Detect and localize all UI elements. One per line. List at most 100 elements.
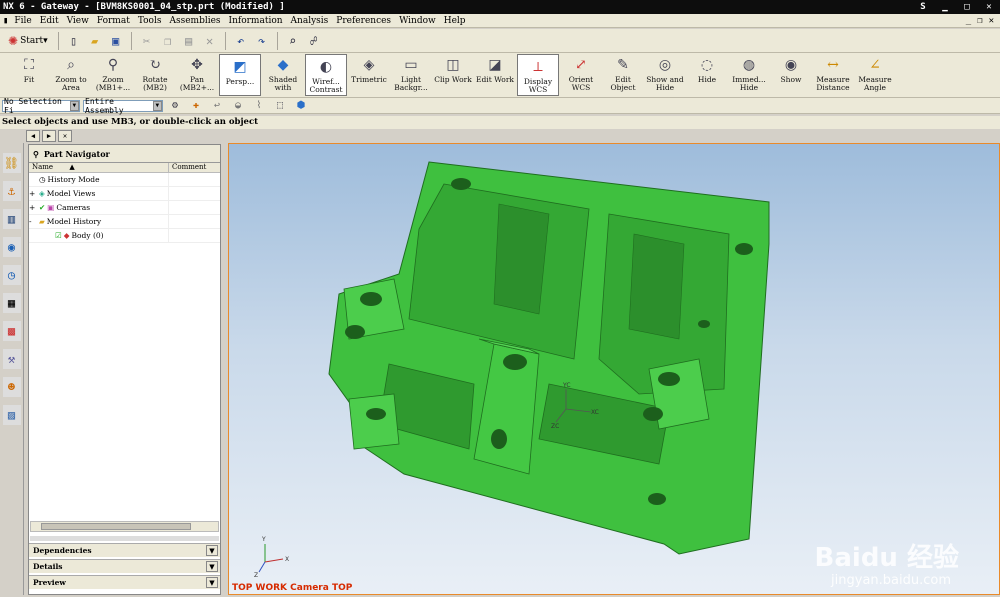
toolbar-button-edit-section[interactable]: ◪ Edit Work (474, 53, 516, 97)
open-folder-icon[interactable]: ▰ (86, 32, 104, 50)
solid-body-icon[interactable]: ⬢ (292, 97, 310, 115)
menu-preferences[interactable]: Preferences (332, 16, 395, 26)
redo-icon[interactable]: ↷ (253, 32, 271, 50)
toolbar-button-measure-distance[interactable]: ↔ Measure Distance (812, 53, 854, 97)
tree-row-history-mode[interactable]: ◷ History Mode (29, 172, 220, 187)
toolbar-button-fit[interactable]: ⛶ Fit (8, 53, 50, 97)
palette-icon[interactable]: ▩ (2, 321, 21, 341)
toolbar-button-measure-angle[interactable]: ∠ Measure Angle (854, 53, 896, 97)
hole[interactable] (735, 243, 753, 255)
graphics-window[interactable]: YC XC ZC Y X Z TOP WORK Camera TOP Baidu… (228, 143, 1000, 595)
tree-row-model-history[interactable]: - ▰ Model History (29, 214, 220, 229)
hole[interactable] (360, 292, 382, 306)
doc-close-button[interactable]: ✕ (989, 16, 994, 26)
menu-help[interactable]: Help (440, 16, 470, 26)
hole[interactable] (366, 408, 386, 420)
tree-row-model-views[interactable]: + ◈ Model Views (29, 186, 220, 201)
paste-icon[interactable]: ▤ (180, 32, 198, 50)
expand-icon[interactable]: - (29, 217, 37, 226)
hole[interactable] (503, 354, 527, 370)
toolbar-button-background[interactable]: ▭ Light Backgr... (390, 53, 432, 97)
maximize-button[interactable]: □ (956, 2, 978, 12)
save-icon[interactable]: ▣ (107, 32, 125, 50)
roles-icon[interactable]: ☻ (2, 377, 21, 397)
toolbar-button-perspective[interactable]: ◩ Persp... (219, 54, 261, 96)
command-finder-icon[interactable]: ⌕ (284, 32, 302, 50)
scope-select[interactable]: Entire Assembly ▼ (83, 97, 163, 115)
toolbar-button-hide[interactable]: ◌ Hide (686, 53, 728, 97)
menu-window[interactable]: Window (395, 16, 440, 26)
tree-row-cameras[interactable]: + ✔ ▣ Cameras (29, 200, 220, 215)
new-file-icon[interactable]: ▯ (65, 32, 83, 50)
column-header-comment[interactable]: Comment (169, 163, 206, 172)
scroll-thumb[interactable] (41, 523, 191, 530)
selection-filter-select[interactable]: No Selection Fi ▼ (2, 97, 80, 115)
toolbar-button-pan[interactable]: ✥ Pan (MB2+... (176, 53, 218, 97)
snap-point-icon[interactable]: ✚ (187, 97, 205, 115)
toolbar-button-edit-object[interactable]: ✎ Edit Object (602, 53, 644, 97)
hole[interactable] (698, 320, 710, 328)
menu-assemblies[interactable]: Assemblies (165, 16, 224, 26)
menu-analysis[interactable]: Analysis (287, 16, 333, 26)
toolbar-button-show-hide[interactable]: ◎ Show and Hide (644, 53, 686, 97)
model-view[interactable]: YC XC ZC Y X Z (229, 144, 999, 594)
menu-information[interactable]: Information (225, 16, 287, 26)
process-studio-icon[interactable]: ⚒ (2, 349, 21, 369)
constraint-navigator-icon[interactable]: ⚓ (2, 181, 21, 201)
start-button[interactable]: ✺ Start▾ (4, 31, 52, 51)
menu-file[interactable]: File (10, 16, 35, 26)
delete-icon[interactable]: ✕ (201, 32, 219, 50)
checkbox-icon[interactable]: ☑ (55, 231, 62, 240)
close-tab-icon[interactable]: ✕ (58, 130, 72, 142)
doc-minimize-button[interactable]: _ (966, 16, 971, 26)
undo-selection-icon[interactable]: ↩ (208, 97, 226, 115)
toolbar-button-zoom-area[interactable]: ⌕ Zoom to Area (50, 53, 92, 97)
roles-icon[interactable]: ☍ (305, 32, 323, 50)
menu-edit[interactable]: Edit (36, 16, 63, 26)
toolbar-button-trimetric[interactable]: ◈ Trimetric (348, 53, 390, 97)
selection-box-icon[interactable]: ⬚ (271, 97, 289, 115)
column-header-name[interactable]: Name ▲ (29, 163, 169, 172)
tree-row-body[interactable]: ☑ ◆ Body (0) (29, 228, 220, 243)
toolbar-button-wcs-display[interactable]: ⟂ Display WCS (517, 54, 559, 96)
system-materials-icon[interactable]: ▦ (2, 293, 21, 313)
menu-view[interactable]: View (63, 16, 93, 26)
curve-filter-icon[interactable]: ⌇ (250, 97, 268, 115)
dependencies-panel[interactable]: Dependencies ▼ (29, 543, 220, 557)
system-scenes-icon[interactable]: ▨ (2, 405, 21, 425)
toolbar-button-shaded[interactable]: ◆ Shaded with (262, 53, 304, 97)
assembly-navigator-icon[interactable]: ⛓ (2, 153, 21, 173)
cut-icon[interactable]: ✂ (138, 32, 156, 50)
preview-panel[interactable]: Preview ▼ (29, 575, 220, 589)
pin-icon[interactable]: ⚲ (33, 149, 39, 159)
panel-splitter[interactable] (30, 536, 219, 541)
toolbar-button-immediate-hide[interactable]: ◍ Immed... Hide (728, 53, 770, 97)
copy-icon[interactable]: ❐ (159, 32, 177, 50)
hole[interactable] (451, 178, 471, 190)
close-button[interactable]: ✕ (978, 2, 1000, 12)
toolbar-button-rotate[interactable]: ↻ Rotate (MB2) (134, 53, 176, 97)
expand-icon[interactable]: + (29, 203, 37, 212)
toolbar-button-wireframe[interactable]: ◐ Wiref... Contrast (305, 54, 347, 96)
expand-icon[interactable]: + (29, 189, 37, 198)
toolbar-button-orient-wcs[interactable]: ⤢ Orient WCS (560, 53, 602, 97)
back-tab-icon[interactable]: ◀ (26, 130, 40, 142)
details-panel[interactable]: Details ▼ (29, 559, 220, 573)
menu-format[interactable]: Format (93, 16, 134, 26)
face-filter-icon[interactable]: ◒ (229, 97, 247, 115)
undo-icon[interactable]: ↶ (232, 32, 250, 50)
toolbar-button-clip[interactable]: ◫ Clip Work (432, 53, 474, 97)
hole[interactable] (658, 372, 680, 386)
toolbar-button-zoom[interactable]: ⚲ Zoom (MB1+... (92, 53, 134, 97)
doc-restore-button[interactable]: ❐ (977, 16, 982, 26)
forward-tab-icon[interactable]: ▶ (42, 130, 56, 142)
hole[interactable] (643, 407, 663, 421)
minimize-button[interactable]: ▁ (934, 2, 956, 12)
menu-tools[interactable]: Tools (134, 16, 166, 26)
part-navigator-icon[interactable]: ▥ (2, 209, 21, 229)
hole[interactable] (648, 493, 666, 505)
assembly-filter-icon[interactable]: ⚙ (166, 97, 184, 115)
toolbar-button-show[interactable]: ◉ Show (770, 53, 812, 97)
hole[interactable] (345, 325, 365, 339)
history-icon[interactable]: ◷ (2, 265, 21, 285)
